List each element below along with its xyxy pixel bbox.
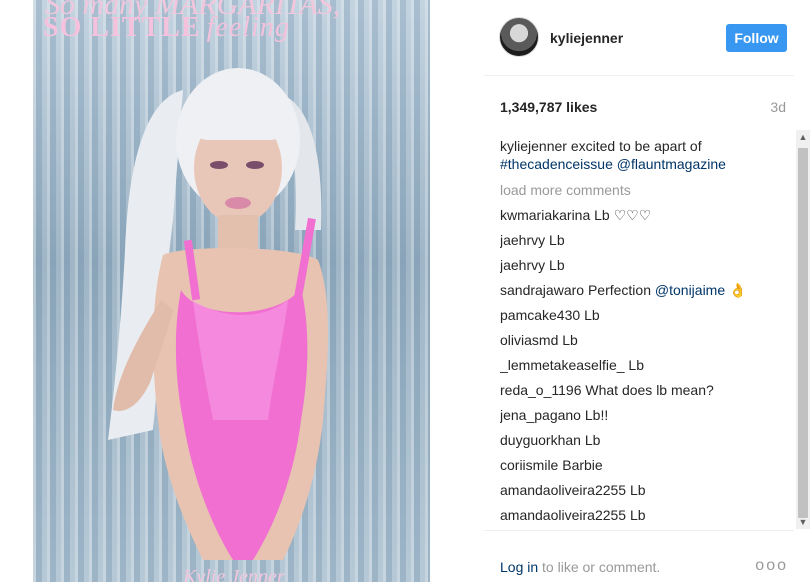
photo-subline-main: SO LITTLE (43, 12, 201, 43)
comment-user[interactable]: pamcake430 (500, 307, 580, 323)
comment-row: kwmariakarina Lb ♡♡♡ (500, 203, 778, 228)
comment-text: Lb!! (584, 407, 609, 423)
comment-text: Lb (629, 507, 646, 523)
comment-text: Barbie (562, 457, 603, 473)
scroll-up-arrow-icon[interactable]: ▲ (796, 130, 810, 144)
comments-list: kyliejenner excited to be apart of #thec… (500, 132, 778, 530)
post-side-panel: kyliejenner Follow 1,349,787 likes 3d ky… (484, 0, 794, 582)
comment-user[interactable]: reda_o_1196 (500, 382, 581, 398)
comment-user[interactable]: jena_pagano (500, 407, 581, 423)
comment-text: Perfection (587, 282, 651, 298)
comments-scrollbar[interactable]: ▲ ▼ (796, 130, 810, 529)
comment-row: jaehrvy Lb (500, 228, 778, 253)
comment-user[interactable]: kwmariakarina (500, 207, 590, 223)
comment-user[interactable]: _lemmetakeaselfie_ (500, 357, 625, 373)
comment-user[interactable]: jaehrvy (500, 232, 545, 248)
caption-user[interactable]: kyliejenner (500, 138, 567, 154)
photo-footer-text: Kylie Jenner (183, 566, 285, 582)
comment-row: reda_o_1196 What does lb mean? (500, 378, 778, 403)
comment-row: _lemmetakeaselfie_ Lb (500, 353, 778, 378)
comment-user[interactable]: coriismile (500, 457, 558, 473)
comment-mention[interactable]: @tonijaime 👌 (655, 282, 747, 298)
scroll-down-arrow-icon[interactable]: ▼ (796, 515, 810, 529)
comment-user[interactable]: duyguorkhan (500, 432, 581, 448)
comment-text: Lb (549, 232, 565, 248)
caption-text: excited to be apart of (570, 138, 702, 154)
photo-column: So many MARGARITAS, SO LITTLE feeling Kyl… (0, 0, 470, 582)
login-link[interactable]: Log in (500, 559, 538, 575)
comment-row: amandaoliveira2255 Lb (500, 503, 778, 528)
comment-row: amandaoliveira2255 Lb (500, 478, 778, 503)
header-username[interactable]: kyliejenner (550, 30, 623, 46)
caption-hashtag[interactable]: #thecadenceissue (500, 156, 613, 172)
load-more-comments[interactable]: load more comments (500, 181, 778, 199)
post-footer: Log in to like or comment. ooo (484, 530, 794, 583)
comment-row: coriismile Barbie (500, 453, 778, 478)
comment-user[interactable]: sandrajawaro (500, 282, 584, 298)
comment-text: Lb (584, 307, 600, 323)
comment-user[interactable]: amandaoliveira2255 (500, 507, 626, 523)
comment-row: jaehrvy Lb (500, 253, 778, 278)
comment-row: oliviasmd Lb (500, 328, 778, 353)
caption: kyliejenner excited to be apart of #thec… (500, 137, 778, 173)
caption-mention[interactable]: @flauntmagazine (617, 156, 726, 172)
comment-text: Lb (562, 332, 578, 348)
comment-text: Lb (628, 357, 644, 373)
comment-text: Lb (549, 257, 565, 273)
comment-user[interactable]: amandaoliveira2255 (500, 482, 626, 498)
comment-text: What does lb mean? (585, 382, 714, 398)
comment-user[interactable]: oliviasmd (500, 332, 558, 348)
photo-subline-script: feeling (206, 12, 290, 43)
scroll-thumb[interactable] (798, 148, 808, 518)
more-options-icon[interactable]: ooo (755, 557, 788, 575)
comment-user[interactable]: jaehrvy (500, 257, 545, 273)
photo-subline: SO LITTLE feeling (43, 12, 290, 44)
comment-row: jena_pagano Lb!! (500, 403, 778, 428)
photo-figure (108, 68, 328, 560)
post-header: kyliejenner Follow (484, 0, 794, 76)
login-rest: to like or comment. (538, 559, 661, 575)
comment-row: pamcake430 Lb (500, 303, 778, 328)
comment-text: Lb (629, 482, 646, 498)
post-photo[interactable]: So many MARGARITAS, SO LITTLE feeling Kyl… (33, 0, 430, 582)
comment-text: Lb (584, 432, 601, 448)
comment-row: duyguorkhan Lb (500, 428, 778, 453)
avatar[interactable] (499, 17, 539, 57)
post-time[interactable]: 3d (770, 99, 786, 115)
follow-button[interactable]: Follow (726, 24, 787, 52)
comment-row: sandrajawaro Perfection @tonijaime 👌 (500, 278, 778, 303)
comment-text: Lb ♡♡♡ (594, 207, 652, 223)
login-prompt: Log in to like or comment. (500, 559, 660, 575)
likes-count[interactable]: 1,349,787 likes (500, 99, 597, 115)
